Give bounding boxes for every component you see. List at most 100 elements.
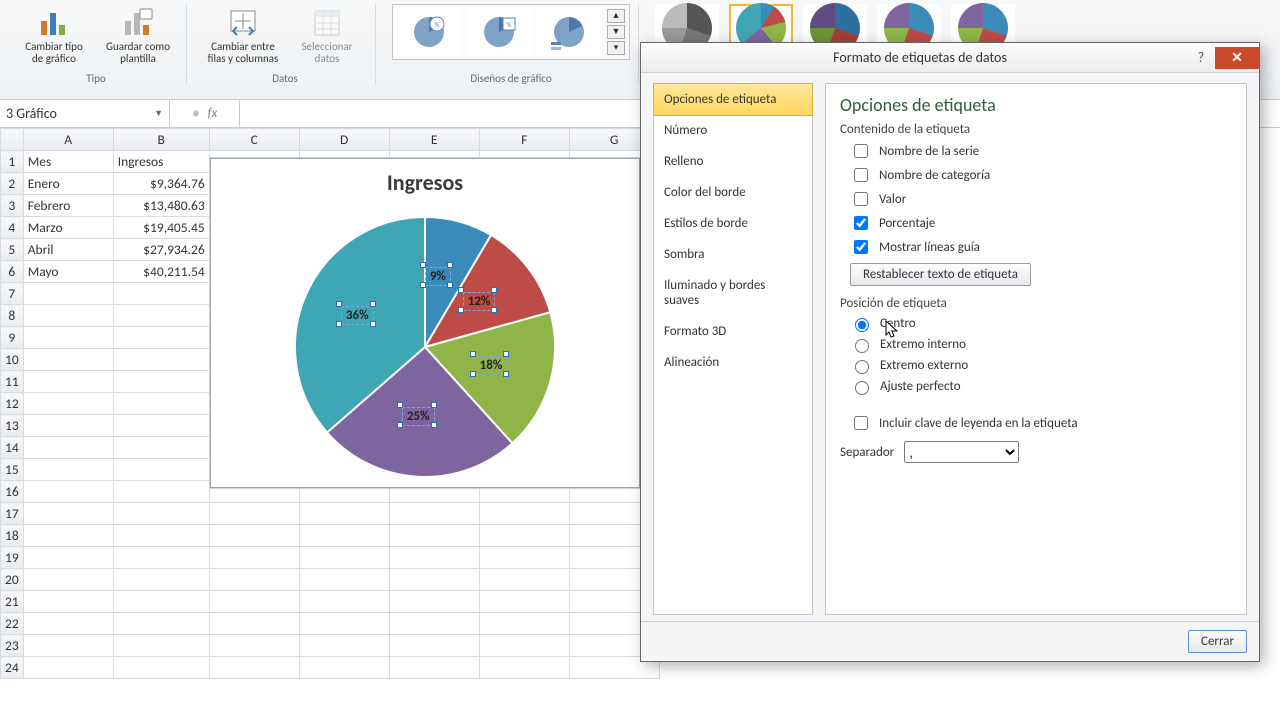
cell[interactable]: $40,211.54 — [113, 261, 209, 283]
cell[interactable]: Marzo — [23, 217, 113, 239]
dialog-nav-item[interactable]: Alineación — [654, 347, 812, 378]
cell[interactable]: Mayo — [23, 261, 113, 283]
gallery-more[interactable]: ▾ — [607, 41, 625, 55]
gallery-scroll[interactable]: ▲ ▼ ▾ — [607, 9, 625, 55]
dialog-close-button[interactable]: ✕ — [1215, 47, 1259, 69]
label-content-checkbox[interactable]: Valor — [850, 189, 1232, 209]
label-position-radio[interactable]: Ajuste perfecto — [850, 378, 1232, 395]
layout-option-3[interactable] — [537, 8, 601, 56]
cell[interactable]: Mes — [23, 151, 113, 173]
dialog-nav-item[interactable]: Sombra — [654, 239, 812, 270]
data-label[interactable]: 18% — [476, 357, 507, 374]
row-header[interactable]: 1 — [1, 151, 24, 173]
row-header[interactable]: 13 — [1, 415, 24, 437]
col-header[interactable]: F — [479, 129, 569, 151]
legend-key-checkbox[interactable]: Incluir clave de leyenda en la etiqueta — [850, 413, 1232, 433]
radio-input[interactable] — [855, 360, 869, 374]
cell[interactable]: Enero — [23, 173, 113, 195]
dialog-titlebar[interactable]: Formato de etiquetas de datos ? ✕ — [641, 43, 1259, 73]
row-header[interactable]: 19 — [1, 547, 24, 569]
save-as-template-button[interactable]: Guardar como plantilla — [98, 4, 178, 72]
data-label[interactable]: 36% — [342, 307, 373, 324]
cell[interactable]: $27,934.26 — [113, 239, 209, 261]
row-header[interactable]: 3 — [1, 195, 24, 217]
row-header[interactable]: 10 — [1, 349, 24, 371]
checkbox-input[interactable] — [854, 192, 868, 206]
cell[interactable]: Ingresos — [113, 151, 209, 173]
dialog-nav-item[interactable]: Iluminado y bordes suaves — [654, 270, 812, 316]
col-header[interactable]: C — [209, 129, 299, 151]
pie-chart[interactable]: 9% 12% 18% 25% 36% — [280, 202, 570, 492]
row-header[interactable]: 7 — [1, 283, 24, 305]
checkbox-input[interactable] — [854, 216, 868, 230]
reset-label-text-button[interactable]: Restablecer texto de etiqueta — [850, 263, 1031, 286]
layout-option-2[interactable]: % — [467, 8, 531, 56]
row-header[interactable]: 16 — [1, 481, 24, 503]
row-header[interactable]: 15 — [1, 459, 24, 481]
radio-input[interactable] — [855, 318, 869, 332]
row-header[interactable]: 6 — [1, 261, 24, 283]
cell[interactable]: $9,364.76 — [113, 173, 209, 195]
cell[interactable]: $13,480.63 — [113, 195, 209, 217]
label-content-checkbox[interactable]: Porcentaje — [850, 213, 1232, 233]
layout-option-1[interactable]: % — [397, 8, 461, 56]
separator-select[interactable]: , — [904, 441, 1019, 463]
dialog-close-footer-button[interactable]: Cerrar — [1188, 630, 1247, 653]
row-header[interactable]: 21 — [1, 591, 24, 613]
dialog-nav-item[interactable]: Color del borde — [654, 177, 812, 208]
cell[interactable]: Febrero — [23, 195, 113, 217]
row-header[interactable]: 24 — [1, 657, 24, 679]
label-content-checkbox[interactable]: Nombre de la serie — [850, 141, 1232, 161]
chart-layout-gallery[interactable]: % % ▲ ▼ ▾ — [392, 4, 630, 60]
radio-input[interactable] — [855, 339, 869, 353]
radio-input[interactable] — [855, 381, 869, 395]
name-box-dropdown-icon[interactable]: ▼ — [154, 108, 163, 119]
label-position-radio[interactable]: Centro — [850, 315, 1232, 332]
col-header[interactable]: E — [389, 129, 479, 151]
switch-row-col-button[interactable]: Cambiar entre filas y columnas — [203, 4, 283, 72]
select-all-corner[interactable] — [1, 129, 24, 151]
label-position-radio[interactable]: Extremo externo — [850, 357, 1232, 374]
dialog-nav-item[interactable]: Opciones de etiqueta — [653, 83, 813, 116]
data-label[interactable]: 9% — [426, 268, 450, 285]
row-header[interactable]: 17 — [1, 503, 24, 525]
row-header[interactable]: 12 — [1, 393, 24, 415]
data-label[interactable]: 12% — [464, 293, 495, 310]
row-header[interactable]: 22 — [1, 613, 24, 635]
row-header[interactable]: 23 — [1, 635, 24, 657]
row-header[interactable]: 9 — [1, 327, 24, 349]
embedded-chart[interactable]: Ingresos 9% 12% 18% 25% 36% — [210, 158, 640, 488]
legend-key-input[interactable] — [854, 416, 868, 430]
label-content-checkbox[interactable]: Mostrar líneas guía — [850, 237, 1232, 257]
chart-title[interactable]: Ingresos — [211, 169, 639, 196]
row-header[interactable]: 20 — [1, 569, 24, 591]
gallery-scroll-down[interactable]: ▼ — [607, 25, 625, 39]
row-header[interactable]: 11 — [1, 371, 24, 393]
dialog-nav-item[interactable]: Estilos de borde — [654, 208, 812, 239]
cell[interactable]: Abril — [23, 239, 113, 261]
checkbox-input[interactable] — [854, 240, 868, 254]
row-header[interactable]: 2 — [1, 173, 24, 195]
gallery-scroll-up[interactable]: ▲ — [607, 9, 625, 23]
row-header[interactable]: 18 — [1, 525, 24, 547]
select-data-button[interactable]: Seleccionar datos — [287, 4, 367, 72]
data-label[interactable]: 25% — [403, 408, 434, 425]
label-content-checkbox[interactable]: Nombre de categoría — [850, 165, 1232, 185]
row-header[interactable]: 14 — [1, 437, 24, 459]
checkbox-input[interactable] — [854, 144, 868, 158]
dialog-nav-item[interactable]: Número — [654, 115, 812, 146]
col-header[interactable]: B — [113, 129, 209, 151]
fx-area[interactable]: ● fx — [170, 100, 240, 127]
change-chart-type-button[interactable]: Cambiar tipo de gráfico — [14, 4, 94, 72]
dialog-help-button[interactable]: ? — [1187, 47, 1215, 69]
label-position-radio[interactable]: Extremo interno — [850, 336, 1232, 353]
dialog-nav-item[interactable]: Formato 3D — [654, 316, 812, 347]
format-data-labels-dialog[interactable]: Formato de etiquetas de datos ? ✕ Opcion… — [640, 42, 1260, 662]
row-header[interactable]: 8 — [1, 305, 24, 327]
cell[interactable]: $19,405.45 — [113, 217, 209, 239]
col-header[interactable]: D — [299, 129, 389, 151]
checkbox-input[interactable] — [854, 168, 868, 182]
dialog-nav-item[interactable]: Relleno — [654, 146, 812, 177]
row-header[interactable]: 5 — [1, 239, 24, 261]
name-box[interactable]: 3 Gráfico ▼ — [0, 100, 170, 127]
